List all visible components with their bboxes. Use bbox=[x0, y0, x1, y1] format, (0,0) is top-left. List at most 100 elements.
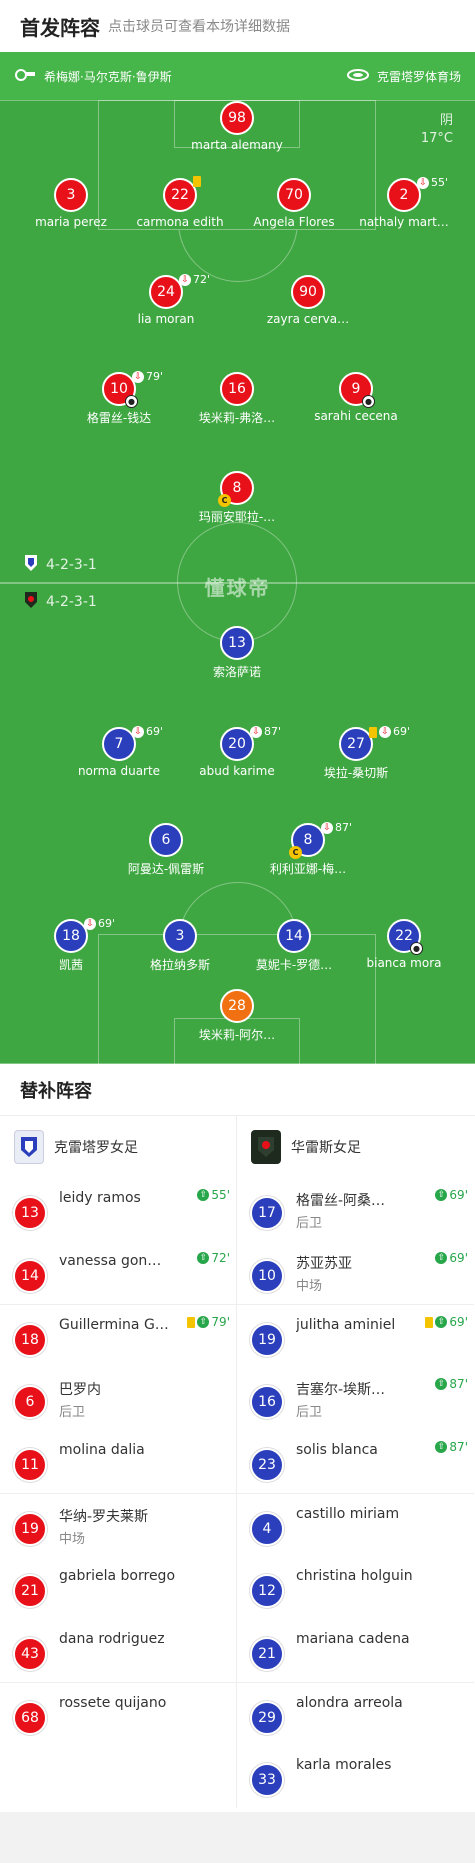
stadium-icon bbox=[346, 68, 369, 85]
player-home-16[interactable]: 16 埃米莉-弗洛… bbox=[177, 372, 297, 426]
player-name: nathaly mart… bbox=[359, 215, 449, 229]
sub-in-icon: ⇧ bbox=[435, 1441, 448, 1453]
player-name: bianca mora bbox=[366, 956, 442, 970]
player-away-27[interactable]: 27 ⇩ 69' 埃拉-桑切斯 bbox=[296, 725, 416, 781]
player-away-28[interactable]: 28 埃米莉-阿尔… bbox=[177, 989, 297, 1043]
player-home-8[interactable]: 8C 玛丽安耶拉-… bbox=[177, 471, 297, 525]
sub-name: 华纳-罗夫莱斯 bbox=[59, 1509, 149, 1525]
sub-row-home-21[interactable]: 21 gabriela borrego bbox=[0, 1556, 236, 1619]
player-home-9[interactable]: 9 ● sarahi cecena bbox=[296, 372, 416, 423]
sub-number: 68 bbox=[13, 1701, 47, 1735]
player-home-3[interactable]: 3 maria perez bbox=[11, 178, 131, 229]
player-home-70[interactable]: 70 Angela Flores bbox=[234, 178, 354, 229]
player-number: 18 bbox=[62, 928, 80, 944]
sub-name: julitha aminiel bbox=[296, 1317, 396, 1333]
player-name: marta alemany bbox=[191, 138, 283, 152]
sub-row-away-23[interactable]: 23 solis blanca ⇧ 87' bbox=[237, 1430, 474, 1493]
player-number: 16 bbox=[220, 372, 254, 406]
sub-position: 后卫 bbox=[296, 1405, 323, 1420]
player-home-22[interactable]: 22 carmona edith bbox=[120, 176, 240, 229]
player-away-7[interactable]: 7 ⇩ 69' norma duarte bbox=[59, 725, 179, 778]
player-home-10[interactable]: 10 ⇩ 79' ● 格雷丝-钱达 bbox=[59, 370, 179, 426]
home-team-name: 克雷塔罗女足 bbox=[54, 1140, 138, 1156]
captain-icon: C bbox=[289, 846, 302, 859]
sub-row-home-13[interactable]: 13 leidy ramos ⇧ 55' bbox=[0, 1178, 236, 1241]
player-away-3[interactable]: 3 格拉纳多斯 bbox=[120, 919, 240, 973]
player-name: 利利亚娜-梅… bbox=[269, 862, 347, 876]
player-number: 7 bbox=[114, 736, 124, 752]
player-away-18[interactable]: 18 ⇩ 69' 凯茜 bbox=[11, 917, 131, 973]
sub-row-away-16[interactable]: 16 吉塞尔-埃斯… 后卫 ⇧ 87' bbox=[237, 1367, 474, 1430]
lineup-header: 首发阵容 点击球员可查看本场详细数据 bbox=[0, 0, 475, 52]
player-number: 8 bbox=[303, 832, 313, 848]
player-home-24[interactable]: 24 ⇩ 72' lia moran bbox=[106, 273, 226, 326]
sub-row-away-4[interactable]: 4 castillo miriam bbox=[237, 1493, 474, 1556]
weather-temperature: 17°C bbox=[420, 131, 453, 146]
player-name: Angela Flores bbox=[253, 215, 335, 229]
player-away-6[interactable]: 6 阿曼达-佩雷斯 bbox=[106, 823, 226, 877]
sub-row-away-12[interactable]: 12 christina holguin bbox=[237, 1556, 474, 1619]
yellow-card-icon bbox=[193, 176, 201, 187]
sub-position: 后卫 bbox=[296, 1216, 323, 1231]
player-away-8[interactable]: 8 ⇩ 87' C 利利亚娜-梅… bbox=[248, 821, 368, 877]
sub-row-home-43[interactable]: 43 dana rodriguez bbox=[0, 1619, 236, 1682]
sub-out-icon: ⇩ bbox=[379, 726, 391, 738]
player-name: 索洛萨诺 bbox=[212, 665, 261, 679]
player-name: 莫妮卡-罗德… bbox=[255, 958, 333, 972]
player-home-2[interactable]: 2 ⇩ 55' nathaly mart… bbox=[344, 176, 464, 229]
home-subs-team: 克雷塔罗女足 bbox=[0, 1116, 236, 1178]
sub-name: solis blanca bbox=[296, 1442, 378, 1458]
sub-number: 21 bbox=[250, 1637, 284, 1671]
sub-row-home-14[interactable]: 14 vanessa gon… ⇧ 72' bbox=[0, 1241, 236, 1304]
player-name: 埃米莉-弗洛… bbox=[198, 411, 276, 425]
sub-name: gabriela borrego bbox=[59, 1568, 176, 1584]
sub-row-away-19[interactable]: 19 julitha aminiel ⇧ 69' bbox=[237, 1304, 474, 1367]
sub-row-away-21[interactable]: 21 mariana cadena bbox=[237, 1619, 474, 1682]
sub-time: 87' bbox=[264, 725, 282, 738]
player-number: 9 bbox=[351, 381, 361, 397]
sub-number: 6 bbox=[13, 1385, 47, 1419]
sub-row-home-68[interactable]: 68 rossete quijano bbox=[0, 1682, 236, 1745]
sub-row-away-29[interactable]: 29 alondra arreola bbox=[237, 1682, 474, 1745]
sub-out-icon: ⇩ bbox=[321, 822, 333, 834]
player-away-14[interactable]: 14 莫妮卡-罗德… bbox=[234, 919, 354, 973]
player-name: 格拉纳多斯 bbox=[149, 958, 210, 972]
player-number: 2 bbox=[399, 187, 409, 203]
sub-row-home-19[interactable]: 19 华纳-罗夫莱斯 中场 bbox=[0, 1493, 236, 1556]
sub-time: 87' bbox=[449, 1440, 468, 1454]
sub-name: alondra arreola bbox=[296, 1695, 403, 1711]
sub-number: 18 bbox=[13, 1323, 47, 1357]
sub-time: 87' bbox=[335, 821, 353, 834]
away-formation: 4-2-3-1 bbox=[24, 591, 97, 613]
sub-row-away-33[interactable]: 33 karla morales bbox=[237, 1745, 474, 1808]
player-away-13[interactable]: 13 索洛萨诺 bbox=[177, 626, 297, 680]
sub-time: 72' bbox=[193, 273, 211, 286]
match-info-bar: 希梅娜·马尔克斯·鲁伊斯 克雷塔罗体育场 bbox=[0, 52, 475, 100]
substitutes-section: 替补阵容 克雷塔罗女足 13 leidy ramos ⇧ 55' 14 vanessa … bbox=[0, 1064, 475, 1812]
sub-row-home-6[interactable]: 6 巴罗内 后卫 bbox=[0, 1367, 236, 1430]
player-name: 埃米莉-阿尔… bbox=[198, 1028, 276, 1042]
home-subs-column: 克雷塔罗女足 13 leidy ramos ⇧ 55' 14 vanessa gon… ⇧… bbox=[0, 1116, 237, 1808]
player-home-90[interactable]: 90 zayra cerva… bbox=[248, 275, 368, 326]
sub-row-away-10[interactable]: 10 苏亚苏亚 中场 ⇧ 69' bbox=[237, 1241, 474, 1304]
sub-in-icon: ⇧ bbox=[435, 1252, 448, 1264]
player-number: 10 bbox=[110, 381, 128, 397]
sub-name: vanessa gon… bbox=[59, 1253, 162, 1269]
substitutes-title: 替补阵容 bbox=[0, 1064, 475, 1116]
sub-row-home-18[interactable]: 18 Guillermina G… ⇧ 79' bbox=[0, 1304, 236, 1367]
sub-name: mariana cadena bbox=[296, 1631, 410, 1647]
player-away-22[interactable]: 22 ● bianca mora bbox=[344, 919, 464, 970]
sub-name: 吉塞尔-埃斯… bbox=[296, 1382, 386, 1398]
player-away-20[interactable]: 20 ⇩ 87' abud karime bbox=[177, 725, 297, 778]
player-number: 8 bbox=[232, 480, 242, 496]
sub-row-away-17[interactable]: 17 格雷丝-阿桑… 后卫 ⇧ 69' bbox=[237, 1178, 474, 1241]
sub-number: 29 bbox=[250, 1701, 284, 1735]
sub-in-icon: ⇧ bbox=[197, 1189, 210, 1201]
player-number: 22 bbox=[395, 928, 413, 944]
away-subs-team: 华雷斯女足 bbox=[237, 1116, 474, 1178]
sub-time: 79' bbox=[211, 1315, 230, 1329]
sub-number: 4 bbox=[250, 1512, 284, 1546]
player-home-98[interactable]: 98 marta alemany bbox=[177, 101, 297, 152]
yellow-card-icon bbox=[187, 1316, 196, 1328]
sub-row-home-11[interactable]: 11 molina dalia bbox=[0, 1430, 236, 1493]
